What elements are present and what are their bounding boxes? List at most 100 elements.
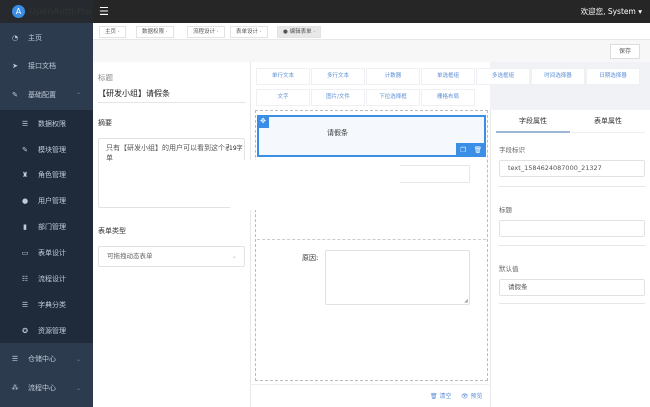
widget-button[interactable]: 文字 (256, 89, 310, 106)
preview-button[interactable]: 👁 预览 (461, 391, 483, 400)
edit-icon: ✎ (22, 146, 28, 154)
chevron-down-icon: ⌄ (75, 384, 81, 392)
widget-button[interactable]: 单行文本 (256, 68, 310, 85)
sidebar-item[interactable]: ➤ 接口文档 (0, 53, 93, 79)
sidebar-item[interactable]: ◔ 主页 (0, 25, 93, 51)
sidebar-item[interactable]: ☰ 数据权限 (0, 111, 93, 137)
hamburger-menu-icon[interactable]: ☰ (99, 5, 109, 18)
sidebar-item-label: 部门管理 (38, 223, 66, 231)
sidebar-item-label: 表单设计 (38, 249, 66, 257)
logo-icon: A (12, 5, 25, 18)
sidebar-item[interactable]: ✎ 模块管理 (0, 137, 93, 163)
sidebar-item[interactable]: ▭ 表单设计 (0, 240, 93, 266)
resource-icon: ✪ (22, 327, 28, 335)
sidebar-item-label: 仓储中心 (28, 355, 56, 363)
sidebar-item-label: 角色管理 (38, 171, 66, 179)
app-name: OpenAuth.Pro (29, 6, 92, 17)
tab-tag[interactable]: 数据权限 · (136, 26, 174, 38)
sidebar-item[interactable]: ☰ 字典分类 (0, 292, 93, 318)
sidebar-item-label: 数据权限 (38, 120, 66, 128)
sidebar-item-label: 资源管理 (38, 327, 66, 335)
field-input[interactable] (400, 165, 470, 183)
field-title-label: 标题 (499, 206, 512, 214)
sidebar-item[interactable]: ▮ 部门管理 (0, 214, 93, 240)
sidebar-item-label: 流程中心 (28, 384, 56, 392)
sidebar-item[interactable]: ♜ 角色管理 (0, 162, 93, 188)
default-value-input[interactable]: 请假条 (499, 279, 645, 296)
sidebar-item-label: 模块管理 (38, 146, 66, 154)
welcome-text: 欢迎您, System (580, 7, 636, 16)
widget-button[interactable]: 下拉选择框 (366, 89, 420, 106)
widget-button[interactable]: 计数器 (366, 68, 420, 85)
list-icon: ☰ (11, 355, 19, 363)
sidebar-item[interactable]: ✎ 基础配置 ⌃ (0, 82, 93, 108)
sidebar-item-label: 流程设计 (38, 275, 66, 283)
sidebar-item[interactable]: ⁂ 流程中心 ⌄ (0, 375, 93, 401)
widget-button[interactable]: 时间选择器 (531, 68, 585, 85)
sidebar-item-label: 主页 (28, 34, 42, 42)
sidebar-item[interactable]: ● 用户管理 (0, 188, 93, 214)
reason-label: 原因: (302, 254, 319, 262)
tab-tag[interactable]: 主页 · (99, 26, 126, 38)
widget-button[interactable]: 日期选择器 (586, 68, 640, 85)
save-button[interactable]: 保存 (610, 44, 640, 59)
widget-button[interactable]: 图片/文件 (311, 89, 365, 106)
summary-text: 只有【研发小组】的用户可以看到这个表单 (106, 144, 232, 162)
selected-text-field[interactable]: ✥ 请假条 ❐ 🗑 (257, 115, 486, 157)
sidebar-item[interactable]: ☰ 仓储中心 ⌄ (0, 346, 93, 372)
copy-icon[interactable]: ❐ (460, 146, 466, 154)
resize-handle-icon: ◢ (464, 298, 468, 304)
list-icon: ☰ (21, 301, 29, 309)
field-id-input[interactable]: text_1584624087000_21327 (499, 160, 645, 177)
preview-label: 预览 (470, 393, 483, 400)
summary-textarea[interactable]: 只有【研发小组】的用户可以看到这个表单 (98, 138, 245, 208)
tag-label: 流程设计 (193, 29, 216, 35)
user-icon: ● (21, 197, 29, 205)
edit-icon: ✎ (12, 91, 18, 99)
top-header (0, 0, 650, 23)
divider (251, 384, 489, 385)
summary-char-count: 19字 (229, 143, 243, 152)
tag-label: 编辑表单 (289, 29, 312, 35)
toolbar (93, 40, 650, 62)
list-icon: ☰ (21, 120, 29, 128)
divider (499, 303, 645, 304)
drag-handle-icon[interactable]: ✥ (257, 115, 269, 128)
tag-label: 数据权限 (142, 29, 165, 35)
widget-button[interactable]: 多行文本 (311, 68, 365, 85)
dashboard-icon: ◔ (11, 34, 19, 42)
field-title-input[interactable] (499, 220, 645, 237)
title-label: 标题 (98, 73, 113, 82)
delete-icon[interactable]: 🗑 (474, 146, 482, 154)
title-input[interactable]: 【研发小组】请假条 (98, 88, 246, 103)
sidebar-item-label: 用户管理 (38, 197, 66, 205)
sidebar-item[interactable]: ✪ 资源管理 (0, 318, 93, 344)
chevron-down-icon: ⌄ (75, 355, 81, 363)
tag-label: 主页 (105, 29, 117, 35)
widget-button[interactable]: 多选框组 (476, 68, 530, 85)
default-value-label: 默认值 (499, 265, 519, 273)
properties-panel: 字段属性 表单属性 字段标识 text_1584624087000_21327 … (490, 110, 650, 407)
widget-button[interactable]: 单选框组 (421, 68, 475, 85)
tab-field-properties[interactable]: 字段属性 (496, 110, 570, 133)
send-icon: ➤ (12, 62, 18, 70)
tab-form-properties[interactable]: 表单属性 (571, 110, 645, 133)
divider (499, 245, 645, 246)
field-id-label: 字段标识 (499, 146, 525, 154)
reason-textarea[interactable]: ◢ (325, 250, 470, 305)
clear-label: 清空 (439, 393, 452, 400)
sidebar-item[interactable]: ☷ 流程设计 (0, 266, 93, 292)
tab-tag[interactable]: ● 编辑表单 · (277, 26, 322, 38)
chevron-down-icon: ⌄ (231, 252, 237, 260)
tab-tag[interactable]: 表单设计 · (230, 26, 268, 38)
widget-button[interactable]: 栅格布局 (421, 89, 475, 106)
tag-label: 表单设计 (236, 29, 259, 35)
sidebar-item-label: 基础配置 (28, 91, 56, 99)
sidebar-item-label: 字典分类 (38, 301, 66, 309)
form-type-select[interactable]: 可拖拽动态表单 ⌄ (98, 246, 245, 267)
clear-button[interactable]: 🗑 清空 (430, 391, 452, 400)
user-menu[interactable]: 欢迎您, System ▾ (581, 6, 642, 17)
role-icon: ♜ (21, 171, 29, 179)
tab-tag[interactable]: 流程设计 · (187, 26, 225, 38)
logo[interactable]: A OpenAuth.Pro (0, 0, 93, 23)
